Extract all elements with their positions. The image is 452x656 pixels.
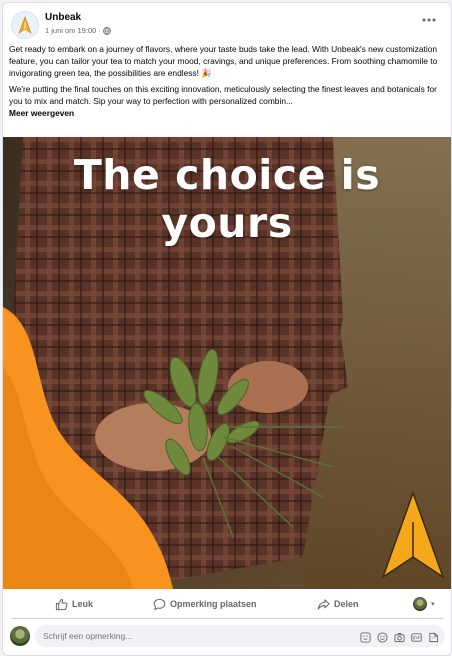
post-header: Unbeak 1 juni om 19:00 · [3,3,451,41]
comment-icon [153,598,166,610]
post-meta: 1 juni om 19:00 · [45,26,111,35]
chevron-down-icon: ▾ [431,601,435,608]
globe-icon [102,26,111,35]
comment-row [3,622,451,650]
image-headline: The choice is yours [73,151,381,247]
emoji-icon[interactable] [377,630,388,643]
sticker-icon[interactable] [360,630,371,643]
like-button[interactable]: Leuk [55,595,93,613]
share-icon [317,598,330,610]
smiley-icon[interactable] [428,630,439,643]
post-actions: Leuk Opmerking plaatsen Delen ▾ [3,591,451,617]
party-emoji: 🎉 [201,67,212,78]
more-dots-icon [422,18,436,22]
post-paragraph-text: Get ready to embark on a journey of flav… [9,44,438,78]
comment-tools [360,630,439,643]
logo-icon [18,16,32,34]
page-name[interactable]: Unbeak [45,12,81,23]
post-image[interactable]: The choice is yours [3,137,451,589]
post-paragraph-text: We're putting the final touches on this … [9,84,437,107]
post-paragraph: We're putting the final touches on this … [9,84,439,119]
post-body: Get ready to embark on a journey of flav… [9,44,439,120]
post-card: Unbeak 1 juni om 19:00 · Get ready to em… [2,2,452,656]
page-avatar[interactable] [11,11,39,39]
gif-icon[interactable] [411,630,422,642]
comment-label: Opmerking plaatsen [170,599,257,609]
like-icon [55,598,68,610]
share-label: Delen [334,599,359,609]
like-label: Leuk [72,599,94,609]
comment-button[interactable]: Opmerking plaatsen [153,595,257,613]
post-paragraph: Get ready to embark on a journey of flav… [9,44,439,79]
share-button[interactable]: Delen [317,595,359,613]
more-options-button[interactable] [419,13,439,27]
avatar-dropdown[interactable]: ▾ [413,595,435,613]
camera-icon[interactable] [394,630,405,643]
avatar-dropdown-icon [413,597,427,611]
avatar-icon[interactable] [10,626,30,646]
divider [11,618,443,619]
see-more-link[interactable]: Meer weergeven [9,108,74,118]
post-date[interactable]: 1 juni om 19:00 [45,26,96,35]
